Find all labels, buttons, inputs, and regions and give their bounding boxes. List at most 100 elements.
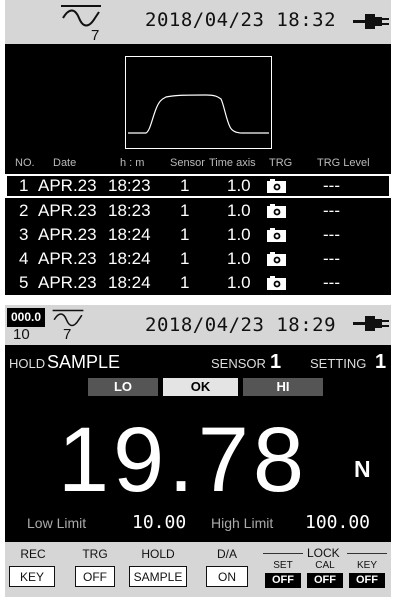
low-limit-label: Low Limit [27,515,87,531]
row-sensor: 1 [180,201,190,220]
table-header: NO. Date h : m Sensor Time axis TRG TRG … [5,157,391,171]
row-date: APR.23 [38,273,97,292]
rec-label: REC [20,547,46,561]
row-time-axis: 1.0 [227,225,251,244]
lock-key-state: OFF [349,573,385,588]
hold-fkey-label: HOLD [141,547,175,561]
setting-label: SETTING [310,356,367,371]
table-row-5[interactable]: 5 APR.23 18:24 1 1.0 --- [5,271,391,295]
lock-divider-right [347,553,387,554]
hold-sample-button[interactable]: SAMPLE [129,566,187,587]
row-sensor: 1 [180,273,190,292]
status-bar: 000.0 10 7 2018/04/23 18:29 [5,305,391,345]
camera-icon [267,228,286,242]
device-screen: 7 2018/04/23 18:32 NO. Date h : m Sensor… [0,0,395,597]
row-time: 18:23 [108,201,151,220]
row-trg-level: --- [323,249,340,268]
datetime: 2018/04/23 18:32 [145,9,337,31]
row-date: APR.23 [38,176,97,195]
row-sensor: 1 [180,249,190,268]
waveform-trace [128,94,269,134]
status-bar: 7 2018/04/23 18:32 [5,0,391,44]
camera-icon [267,179,286,193]
row-date: APR.23 [38,249,97,268]
judgement-hi: HI [243,378,323,396]
row-time: 18:24 [108,273,151,292]
function-key-bar: REC KEY TRG OFF HOLD SAMPLE D/A ON LOCK … [5,542,391,597]
judgement-ok: OK [163,378,238,396]
counter-sub: 10 [13,326,30,343]
row-date: APR.23 [38,201,97,220]
counter-badge: 000.0 [7,308,45,327]
judgement-lo: LO [88,378,158,396]
row-sensor: 1 [180,225,190,244]
lock-group: LOCK [263,546,387,560]
high-limit-label: High Limit [211,515,274,531]
trg-label: TRG [82,547,108,561]
row-time: 18:23 [108,176,151,195]
row-trg-level: --- [323,225,340,244]
row-no: 2 [19,201,29,220]
lock-set-state: OFF [265,573,301,588]
row-time-axis: 1.0 [227,176,251,195]
lock-title: LOCK [307,546,340,560]
hold-label: HOLD [9,356,46,371]
channel-number: 7 [63,326,72,343]
row-time: 18:24 [108,249,151,268]
high-limit-value: 100.00 [305,512,371,533]
row-no: 3 [19,225,29,244]
lock-divider-left [263,553,303,554]
table-row-1[interactable]: 1 APR.23 18:23 1 1.0 --- [5,174,391,198]
row-date: APR.23 [38,225,97,244]
waveform-preview [125,56,272,149]
camera-icon [267,204,286,218]
lock-cal-state: OFF [307,573,343,588]
rec-key-button[interactable]: KEY [9,566,55,587]
col-no: NO. [15,157,35,169]
limits-line: Low Limit 10.00 High Limit 100.00 [5,511,391,535]
waveform-memory-panel: 7 2018/04/23 18:32 NO. Date h : m Sensor… [5,0,391,295]
measured-value: 19.78 [57,409,309,511]
measurement-panel: 000.0 10 7 2018/04/23 18:29 HOLD SAMPLE … [5,305,391,597]
row-trg-level: --- [323,176,340,195]
camera-icon [267,252,286,266]
datetime: 2018/04/23 18:29 [145,314,337,336]
row-trg-level: --- [323,273,340,292]
lock-key-label: KEY [356,560,377,571]
col-time: h : m [120,157,145,169]
row-no: 4 [19,249,29,268]
lock-set[interactable]: SET OFF [265,560,301,588]
lock-key[interactable]: KEY OFF [349,560,385,588]
row-trg-level: --- [323,201,340,220]
camera-icon [267,276,286,290]
setting-number: 1 [375,351,387,373]
table-row-2[interactable]: 2 APR.23 18:23 1 1.0 --- [5,199,391,223]
lock-set-label: SET [273,560,293,571]
da-label: D/A [216,547,237,561]
table-row-3[interactable]: 3 APR.23 18:24 1 1.0 --- [5,223,391,247]
channel-number: 7 [91,27,100,44]
row-no: 1 [19,176,29,195]
row-time-axis: 1.0 [227,273,251,292]
row-no: 5 [19,273,29,292]
da-on-button[interactable]: ON [206,566,248,587]
col-sensor: Sensor [170,157,205,169]
ac-plug-icon [353,14,389,29]
low-limit-value: 10.00 [132,512,187,533]
row-sensor: 1 [180,176,190,195]
row-time-axis: 1.0 [227,201,251,220]
hold-status-line: HOLD SAMPLE SENSOR 1 SETTING 1 [5,351,391,375]
table-row-4[interactable]: 4 APR.23 18:24 1 1.0 --- [5,247,391,271]
lock-cal[interactable]: CAL OFF [307,560,343,588]
col-time-axis: Time axis [209,157,256,169]
sensor-label: SENSOR [211,356,266,371]
unit-label: N [354,456,371,482]
lock-cal-label: CAL [315,560,335,571]
col-trg-level: TRG Level [317,157,370,169]
trg-off-button[interactable]: OFF [75,566,115,587]
ac-plug-icon [353,316,389,331]
hold-mode: SAMPLE [47,352,121,372]
col-date: Date [53,157,77,169]
row-time: 18:24 [108,225,151,244]
sensor-number: 1 [270,351,282,373]
